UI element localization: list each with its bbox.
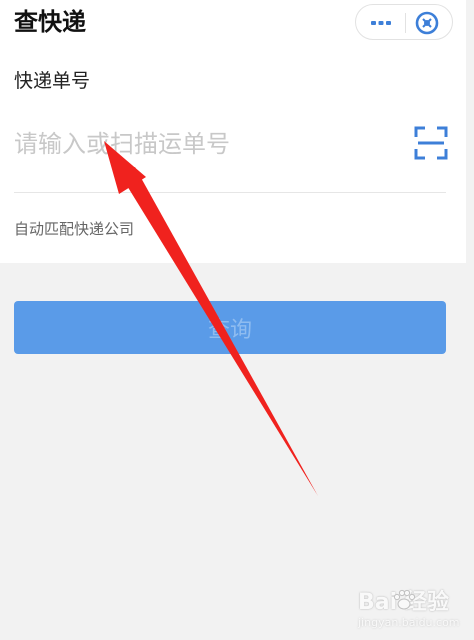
capsule-divider (405, 13, 406, 33)
query-button[interactable]: 查询 (14, 301, 446, 354)
auto-match-hint: 自动匹配快递公司 (14, 220, 135, 238)
tracking-number-label: 快递单号 (14, 70, 91, 92)
query-card: 查快递 快递单号 自动匹配快递公司 (0, 0, 466, 263)
watermark: Bai 经验 jingyan.baidu.com (330, 588, 470, 636)
more-icon[interactable] (365, 11, 397, 35)
tracking-number-input[interactable] (14, 124, 394, 164)
watermark-url: jingyan.baidu.com (358, 616, 460, 629)
close-icon[interactable] (414, 10, 440, 36)
scan-icon[interactable] (414, 126, 448, 160)
mini-program-capsule (355, 4, 453, 40)
paw-icon (393, 589, 416, 610)
page-title: 查快递 (14, 8, 86, 36)
input-divider (14, 192, 446, 193)
